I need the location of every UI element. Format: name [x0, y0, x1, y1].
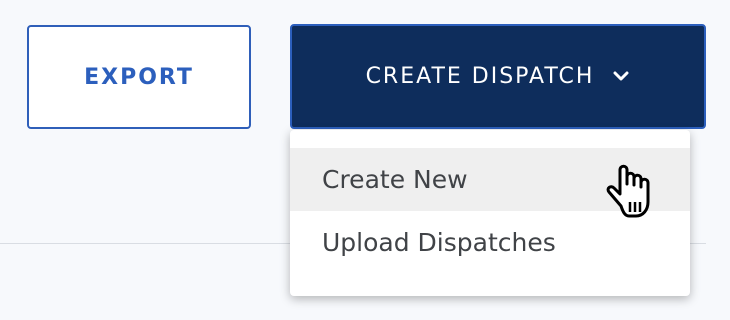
menu-item-label: Create New — [322, 165, 468, 194]
hand-pointer-icon — [603, 160, 659, 222]
export-button-label: EXPORT — [84, 64, 194, 90]
export-button[interactable]: EXPORT — [27, 25, 251, 129]
create-dispatch-button-label: CREATE DISPATCH — [365, 64, 595, 89]
menu-item-label: Upload Dispatches — [322, 228, 556, 257]
create-dispatch-button[interactable]: CREATE DISPATCH — [290, 24, 706, 129]
chevron-down-icon — [612, 70, 630, 84]
